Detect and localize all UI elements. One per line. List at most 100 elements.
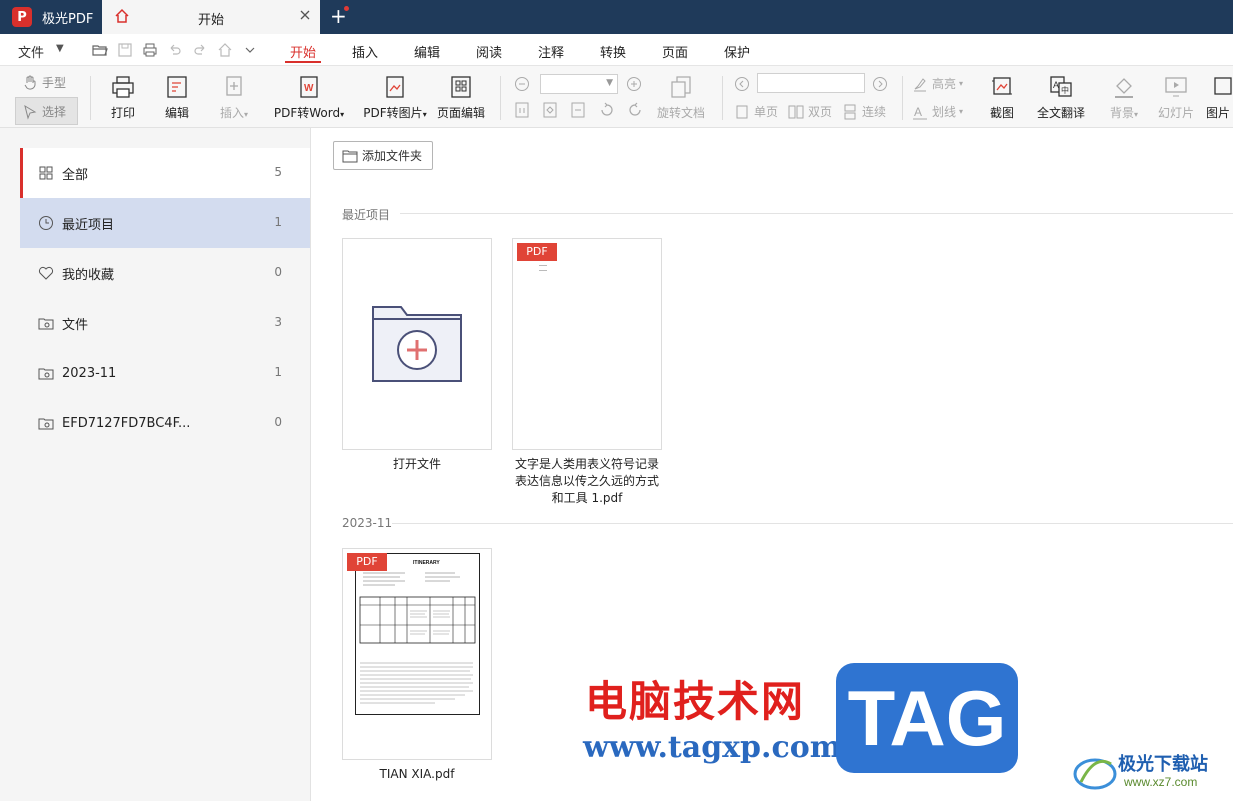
sidebar-item-favorites[interactable]: 我的收藏 0	[20, 248, 310, 298]
screenshot-label: 截图	[989, 106, 1014, 120]
fit-page-icon[interactable]	[542, 101, 558, 119]
background-label: 背景	[1109, 106, 1134, 120]
app-name: 极光PDF	[42, 11, 94, 27]
sidebar-item-count: 5	[274, 165, 282, 179]
insert-label: 插入	[219, 106, 244, 120]
screenshot-button[interactable]: 截图	[984, 74, 1020, 121]
full-translate-button[interactable]: A中 全文翻译	[1034, 74, 1088, 121]
rotate-left-icon[interactable]	[598, 101, 616, 119]
double-page-button[interactable]: 双页	[788, 103, 832, 120]
rotate-document-button[interactable]: 旋转文档	[656, 74, 706, 121]
xz7-logo-icon	[1073, 758, 1117, 790]
highlight-label: 高亮	[932, 77, 957, 91]
add-folder-icon	[372, 306, 462, 382]
edit-doc-icon	[167, 76, 187, 98]
caption-line: 文字是人类用表义符号记录	[514, 457, 659, 471]
tab-read[interactable]: 阅读	[476, 42, 502, 61]
tab-page[interactable]: 页面	[662, 42, 688, 61]
paint-bucket-icon	[1115, 78, 1133, 98]
continuous-button[interactable]: 连续	[842, 103, 886, 120]
chevron-down-icon[interactable]: ▼	[56, 43, 64, 54]
slideshow-button[interactable]: 幻灯片	[1156, 74, 1196, 121]
undo-icon[interactable]	[167, 42, 183, 58]
file-menu[interactable]: 文件	[18, 42, 44, 61]
recent-pdf-card[interactable]: PDF	[512, 238, 662, 450]
single-page-label: 单页	[754, 105, 779, 119]
folder-icon	[38, 318, 54, 330]
tab-protect[interactable]: 保护	[724, 42, 750, 61]
print-label: 打印	[110, 106, 135, 120]
open-file-caption: 打开文件	[392, 457, 441, 471]
save-icon[interactable]	[117, 42, 133, 58]
close-icon[interactable]	[298, 8, 312, 22]
open-folder-icon[interactable]	[92, 42, 108, 58]
single-page-button[interactable]: 单页	[734, 103, 778, 120]
prev-page-icon[interactable]	[734, 76, 750, 92]
hand-icon	[24, 75, 36, 90]
add-folder-button[interactable]: 添加文件夹	[333, 141, 433, 170]
zoom-out-icon[interactable]	[514, 76, 530, 92]
sidebar-item-recent[interactable]: 最近项目 1	[20, 198, 310, 248]
active-tab-indicator	[285, 61, 321, 63]
cursor-icon	[24, 104, 37, 120]
tab-insert[interactable]: 插入	[352, 42, 378, 61]
next-page-icon[interactable]	[872, 76, 888, 92]
tab-annotate[interactable]: 注释	[538, 42, 564, 61]
zoom-in-icon[interactable]	[626, 76, 642, 92]
image-button[interactable]: 图片	[1206, 74, 1233, 121]
redo-icon[interactable]	[192, 42, 208, 58]
hand-tool-button[interactable]: 手型	[22, 74, 66, 91]
watermark-site-url: www.xz7.com	[1124, 775, 1198, 789]
insert-button[interactable]: 插入▾	[214, 74, 254, 121]
strikeline-button[interactable]: A 划线 ▾	[912, 103, 963, 120]
highlight-button[interactable]: 高亮 ▾	[912, 75, 963, 92]
folder-icon	[38, 368, 54, 380]
sidebar-item-files[interactable]: 文件 3	[20, 298, 310, 348]
page-number-input[interactable]	[757, 73, 865, 93]
svg-text:W: W	[304, 83, 314, 94]
tianxia-pdf-card[interactable]: ITINERARY PDF	[342, 548, 492, 760]
app-title-area: P 极光PDF	[0, 0, 102, 34]
background-button[interactable]: 背景▾	[1104, 74, 1144, 121]
tianxia-pdf-caption: TIAN XIA.pdf	[379, 767, 455, 781]
zoom-combo[interactable]: ▼	[540, 74, 618, 94]
svg-text:A: A	[1053, 80, 1059, 90]
page-edit-button[interactable]: 页面编辑	[436, 74, 486, 121]
caption-line: 表达信息以传之久远的方式	[514, 474, 659, 488]
chevron-down-icon[interactable]	[242, 42, 258, 58]
sidebar-item-2023-11[interactable]: 2023-11 1	[20, 348, 310, 398]
pdf-to-image-button[interactable]: PDF转图片▾	[360, 74, 430, 121]
fit-width-icon[interactable]	[570, 101, 586, 119]
actual-size-icon[interactable]	[514, 101, 530, 119]
edit-button[interactable]: 编辑	[158, 74, 196, 121]
print-icon[interactable]	[142, 42, 158, 58]
tab-edit[interactable]: 编辑	[414, 42, 440, 61]
print-button[interactable]: 打印	[104, 74, 142, 121]
sidebar-item-efd7127[interactable]: EFD7127FD7BC4F... 0	[20, 398, 310, 448]
watermark-site-name: 极光下载站	[1118, 754, 1208, 775]
tab-start-ribbon[interactable]: 开始	[290, 42, 316, 61]
tab-convert[interactable]: 转换	[600, 42, 626, 61]
home-icon[interactable]	[217, 42, 233, 58]
continuous-label: 连续	[862, 105, 887, 119]
word-convert-icon: W	[300, 76, 318, 98]
open-file-card[interactable]	[342, 238, 492, 450]
title-bar: P 极光PDF 开始 +	[0, 0, 1233, 34]
sidebar-item-all[interactable]: 全部 5	[20, 148, 310, 198]
rotate-right-icon[interactable]	[626, 101, 644, 119]
app-logo-icon: P	[12, 7, 32, 27]
sidebar-item-count: 3	[274, 315, 282, 329]
pdf-to-word-button[interactable]: W PDF转Word▾	[270, 74, 348, 121]
itinerary-thumbnail: ITINERARY	[355, 553, 480, 715]
select-tool-button[interactable]: 选择	[22, 103, 66, 120]
itinerary-title: ITINERARY	[413, 560, 440, 566]
page-grid-icon	[451, 76, 471, 98]
home-icon	[115, 8, 129, 23]
sidebar-item-label: 全部	[62, 167, 89, 183]
slideshow-icon	[1165, 77, 1187, 97]
slideshow-label: 幻灯片	[1157, 106, 1194, 120]
folder-icon	[38, 418, 54, 430]
tab-start[interactable]: 开始	[102, 0, 320, 34]
folder-icon	[342, 150, 358, 162]
sidebar-item-label: 最近项目	[62, 217, 115, 233]
